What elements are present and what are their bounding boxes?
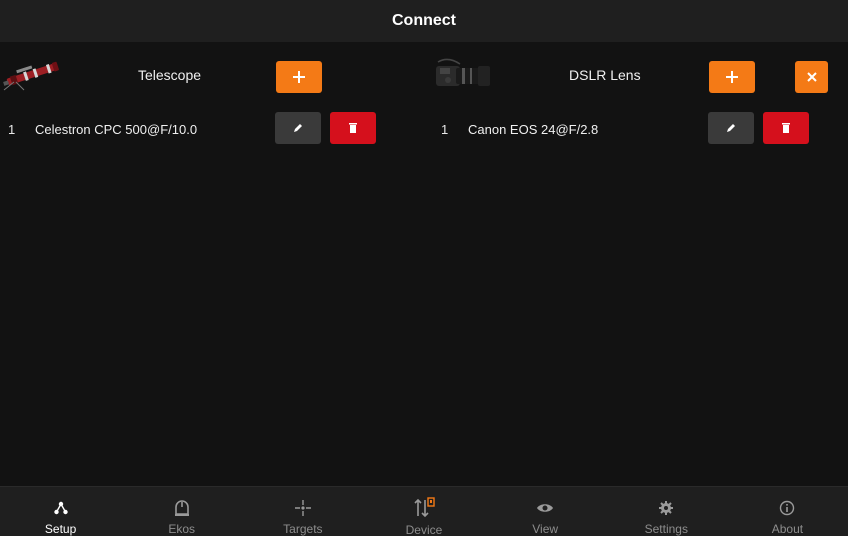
targets-icon (292, 497, 314, 518)
pencil-icon (727, 124, 735, 132)
nav-label-setup: Setup (44, 522, 77, 536)
info-icon (776, 497, 798, 518)
nav-label-about: About (771, 522, 804, 536)
nav-ekos[interactable]: Ekos (121, 487, 242, 536)
nav-label-device: Device (405, 523, 443, 536)
setup-icon (50, 497, 72, 518)
delete-telescope-button[interactable] (330, 112, 376, 144)
add-telescope-button[interactable] (276, 61, 322, 93)
delete-lens-button[interactable] (763, 112, 809, 144)
edit-lens-button[interactable] (708, 112, 754, 144)
nav-settings[interactable]: Settings (606, 487, 727, 536)
add-lens-button[interactable] (709, 61, 755, 93)
close-button[interactable] (795, 61, 828, 93)
dslr-lens-title: DSLR Lens (569, 67, 641, 83)
gear-icon (655, 497, 677, 518)
telescope-image (3, 61, 59, 91)
nav-label-settings: Settings (644, 522, 688, 536)
device-icon (413, 497, 435, 519)
nav-setup[interactable]: Setup (0, 487, 121, 536)
trash-icon (782, 123, 790, 133)
page-title: Connect (392, 12, 456, 29)
nav-about[interactable]: About (727, 487, 848, 536)
telescope-panel: Telescope 1 Celestron CPC 500@F/10.0 (0, 42, 420, 162)
lens-row-index: 1 (441, 122, 449, 137)
dslr-camera-image (436, 58, 490, 86)
dslr-lens-panel: DSLR Lens 1 Canon EOS 24@F/2.8 (432, 42, 848, 162)
nav-label-targets: Targets (283, 522, 323, 536)
nav-device[interactable]: Device (363, 487, 484, 536)
bottom-navigation: Setup Ekos Targets Device View Settings … (0, 486, 848, 536)
close-icon (806, 72, 817, 82)
ekos-icon (171, 497, 193, 518)
plus-icon (293, 71, 305, 83)
eye-icon (534, 497, 556, 518)
telescope-row-name: Celestron CPC 500@F/10.0 (35, 122, 198, 137)
lens-row-name: Canon EOS 24@F/2.8 (468, 122, 599, 137)
telescope-row-index: 1 (8, 122, 16, 137)
telescope-title: Telescope (138, 67, 202, 83)
plus-icon (726, 71, 738, 83)
top-app-bar: Connect (0, 0, 848, 42)
nav-label-view: View (532, 522, 559, 536)
edit-telescope-button[interactable] (275, 112, 321, 144)
nav-label-ekos: Ekos (168, 522, 196, 536)
nav-targets[interactable]: Targets (242, 487, 363, 536)
trash-icon (349, 123, 357, 133)
pencil-icon (294, 124, 302, 132)
nav-view[interactable]: View (485, 487, 606, 536)
